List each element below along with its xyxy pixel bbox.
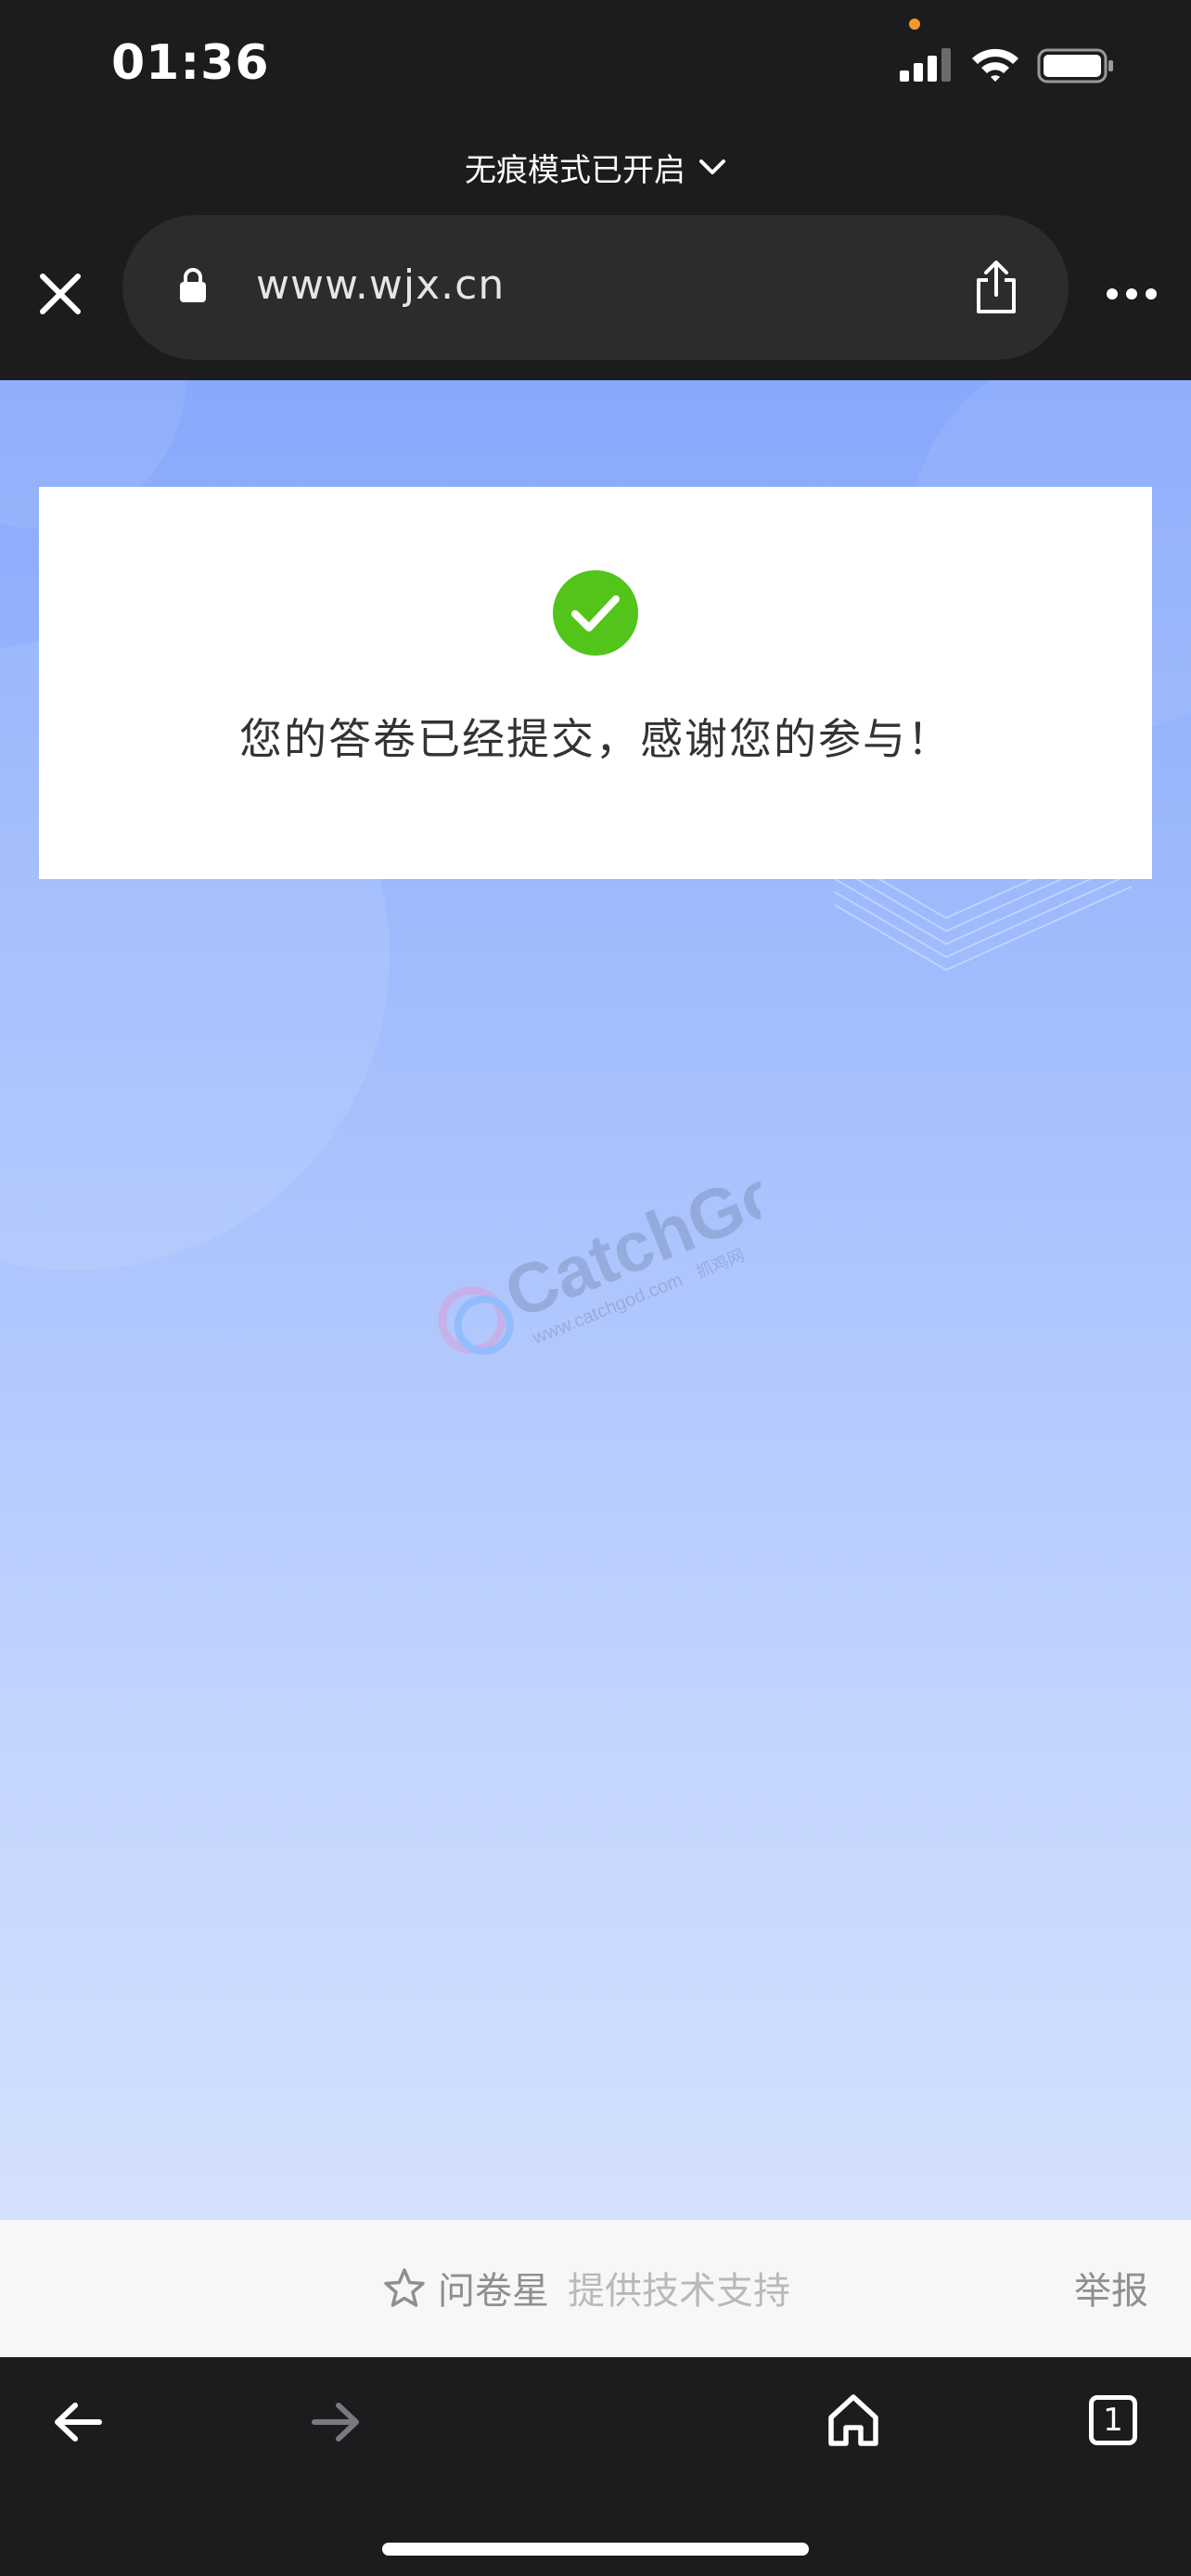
footer-brand-link[interactable]: 问卷星 提供技术支持 (384, 2261, 790, 2315)
watermark-logo: CatchGod www.catchgod.com 抓鸡网 (438, 1159, 761, 1356)
tabs-button[interactable]: 1 (1078, 2385, 1148, 2455)
wifi-icon (972, 48, 1018, 82)
tab-count: 1 (1103, 2402, 1123, 2439)
chevron-down-icon (699, 159, 725, 174)
home-icon (828, 2394, 878, 2446)
home-button[interactable] (818, 2385, 889, 2455)
share-button[interactable] (957, 249, 1035, 326)
status-bar: 01:36 (0, 0, 1191, 130)
close-icon (40, 274, 81, 314)
page-content: 您的答卷已经提交，感谢您的参与！ CatchGod www.catchgod.c… (0, 380, 1191, 2220)
signal-bars-icon (900, 48, 951, 82)
page-footer: 问卷星 提供技术支持 举报 (0, 2220, 1191, 2357)
incognito-mode-dropdown[interactable]: 无痕模式已开启 (0, 130, 1191, 204)
tabs-icon: 1 (1089, 2395, 1137, 2445)
bottom-toolbar: 1 (0, 2357, 1191, 2576)
address-bar[interactable]: www.wjx.cn (122, 215, 1069, 360)
url-text: www.wjx.cn (256, 261, 506, 309)
forward-arrow-icon (312, 2403, 359, 2442)
forward-button[interactable] (302, 2389, 369, 2455)
back-button[interactable] (45, 2389, 111, 2455)
lock-icon (180, 268, 206, 302)
submission-message: 您的答卷已经提交，感谢您的参与！ (239, 714, 952, 764)
incognito-label: 无痕模式已开启 (465, 151, 685, 189)
privacy-indicator-dot (909, 19, 920, 30)
more-button[interactable] (1095, 260, 1169, 328)
footer-support-text: 提供技术支持 (568, 2270, 790, 2313)
back-arrow-icon (55, 2403, 102, 2442)
battery-icon (1037, 48, 1113, 83)
submission-result-card: 您的答卷已经提交，感谢您的参与！ (39, 487, 1152, 879)
browser-toolbar: www.wjx.cn (0, 204, 1191, 380)
close-button[interactable] (26, 260, 95, 328)
star-icon (384, 2268, 425, 2307)
check-circle-icon (553, 570, 638, 656)
footer-brand-name: 问卷星 (438, 2270, 549, 2313)
home-indicator[interactable] (382, 2543, 809, 2556)
report-link[interactable]: 举报 (1074, 2261, 1148, 2315)
share-icon (977, 261, 1016, 313)
status-time: 01:36 (111, 35, 270, 91)
more-icon (1107, 288, 1157, 300)
